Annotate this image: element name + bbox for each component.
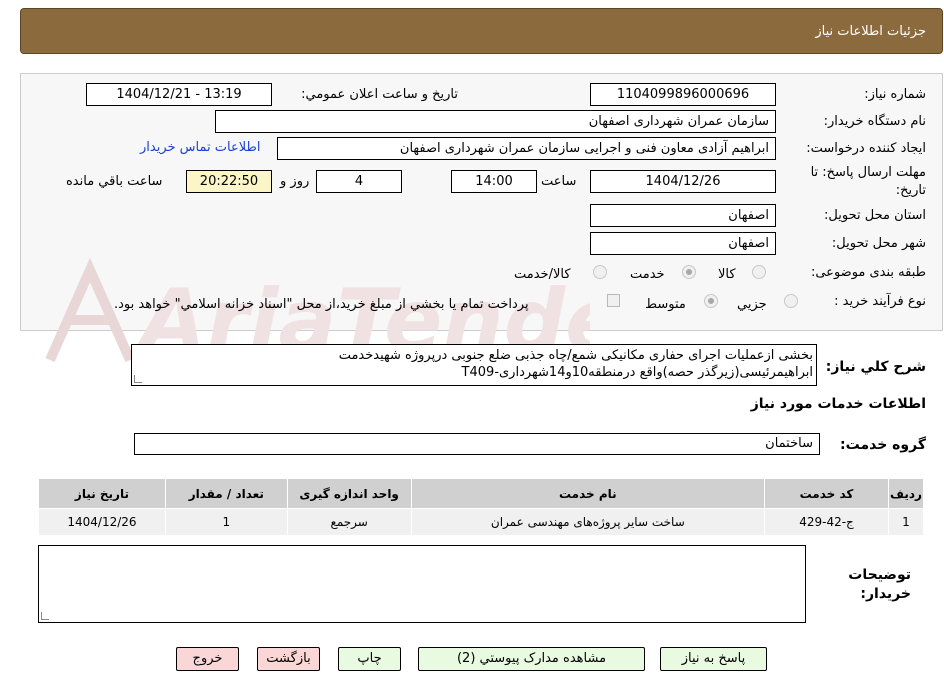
days-label: روز و — [280, 174, 310, 189]
category-option-service: خدمت — [630, 267, 665, 282]
col-quantity: تعداد / مقدار — [164, 478, 288, 509]
announce-field[interactable]: 1404/12/21 - 13:19 — [86, 83, 272, 106]
announce-label: تاریخ و ساعت اعلان عمومي: — [301, 87, 458, 102]
process-radio-medium[interactable] — [704, 294, 718, 308]
services-table: تاريخ نياز تعداد / مقدار واحد اندازه گير… — [38, 478, 925, 536]
category-option-goods: كالا — [718, 267, 736, 282]
process-label: نوع فرآيند خريد : — [834, 294, 926, 309]
contact-buyer-link[interactable]: اطلاعات تماس خريدار — [140, 140, 260, 155]
buyer-notes-textarea[interactable] — [38, 545, 806, 623]
deadline-label-2: تاريخ: — [895, 183, 926, 198]
days-field[interactable]: 4 — [316, 170, 402, 193]
back-button[interactable]: بازگشت — [257, 647, 320, 671]
buyer-notes-label-2: خريدار: — [860, 586, 911, 602]
deadline-time-field[interactable]: 14:00 — [451, 170, 537, 193]
requester-field[interactable]: ابراهیم آزادی معاون فنی و اجرایی سازمان … — [277, 137, 776, 160]
category-label: طبقه بندی موضوعی: — [810, 265, 926, 280]
province-field[interactable]: اصفهان — [590, 204, 776, 227]
process-radio-partial[interactable] — [784, 294, 798, 308]
col-row-number: رديف — [887, 478, 925, 509]
service-group-field[interactable]: ساختمان — [134, 433, 820, 455]
process-option-medium: متوسط — [645, 297, 686, 312]
treasury-payment-checkbox[interactable] — [607, 294, 620, 307]
col-service-code: كد خدمت — [764, 478, 889, 509]
cell-service-name: ساخت سایر پروژه‌های مهندسی عمران — [410, 508, 766, 536]
category-radio-goods[interactable] — [752, 265, 766, 279]
deadline-date-field[interactable]: 1404/12/26 — [590, 170, 776, 193]
cell-row-number: 1 — [887, 508, 925, 536]
remaining-time-field: 20:22:50 — [186, 170, 272, 193]
reply-button[interactable]: پاسخ به نياز — [660, 647, 767, 671]
table-row[interactable]: 1404/12/26 1 سرجمع ساخت سایر پروژه‌های م… — [38, 508, 925, 536]
category-radio-goods-service[interactable] — [593, 265, 607, 279]
process-option-partial: جزيي — [737, 297, 767, 312]
service-group-label: گروه خدمت: — [840, 437, 926, 453]
requester-label: ايجاد كننده درخواست: — [806, 141, 926, 156]
page-header: جزئیات اطلاعات نیاز — [20, 8, 943, 54]
need-number-label: شماره نیاز: — [864, 87, 926, 102]
description-line-2: ابراهیمرئیسی(زیرگذر حصه)واقع درمنطقه10و1… — [461, 365, 813, 380]
services-section-title: اطلاعات خدمات مورد نياز — [750, 396, 926, 412]
buyer-org-field[interactable]: سازمان عمران شهرداری اصفهان — [215, 110, 776, 133]
services-table-header: تاريخ نياز تعداد / مقدار واحد اندازه گير… — [38, 478, 925, 509]
page-title: جزئیات اطلاعات نیاز — [815, 24, 926, 39]
col-need-date: تاريخ نياز — [38, 478, 166, 509]
city-label: شهر محل تحويل: — [831, 236, 926, 251]
city-field[interactable]: اصفهان — [590, 232, 776, 255]
view-attachments-button[interactable]: مشاهده مدارک پیوستي (2) — [418, 647, 645, 671]
description-line-1: بخشی ازعملیات اجرای حفاری مکانیکی شمع/چا… — [338, 348, 813, 363]
remaining-label: ساعت باقي مانده — [66, 174, 163, 189]
description-label: شرح كلي نياز: — [825, 359, 926, 375]
cell-need-date: 1404/12/26 — [38, 508, 166, 536]
cell-service-code: ج-42-429 — [764, 508, 889, 536]
exit-button[interactable]: خروج — [176, 647, 239, 671]
category-radio-service[interactable] — [682, 265, 696, 279]
description-textarea[interactable]: بخشی ازعملیات اجرای حفاری مکانیکی شمع/چا… — [131, 344, 817, 386]
treasury-payment-note: پرداخت تمام يا بخشي از مبلغ خريد،از محل … — [114, 297, 529, 312]
buyer-org-label: نام دستگاه خريدار: — [823, 114, 926, 129]
buyer-notes-label: توضيحات — [848, 567, 911, 583]
need-number-field[interactable]: 1104099896000696 — [590, 83, 776, 106]
print-button[interactable]: چاپ — [338, 647, 401, 671]
resize-grip-icon[interactable] — [134, 375, 142, 383]
cell-unit: سرجمع — [286, 508, 412, 536]
province-label: استان محل تحويل: — [824, 208, 926, 223]
resize-grip-icon[interactable] — [41, 612, 49, 620]
category-option-goods-service: كالا/خدمت — [514, 267, 571, 282]
deadline-label: مهلت ارسال پاسخ: تا — [810, 165, 926, 180]
deadline-time-label: ساعت — [541, 174, 577, 189]
col-service-name: نام خدمت — [410, 478, 766, 509]
col-unit: واحد اندازه گيری — [286, 478, 412, 509]
cell-quantity: 1 — [164, 508, 288, 536]
